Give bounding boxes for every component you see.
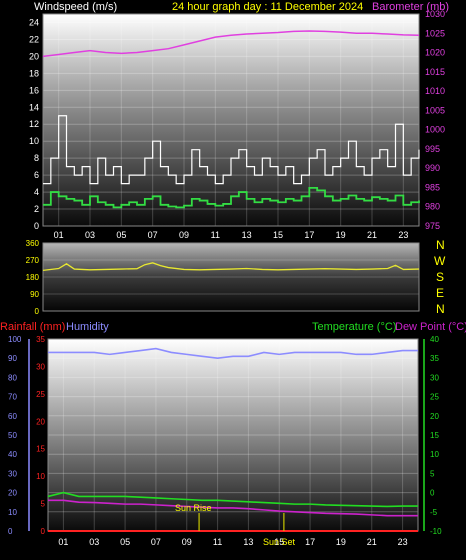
direction-tick-label: 360 <box>26 239 40 248</box>
humidity-tick-label: 30 <box>8 469 17 478</box>
direction-tick-label: 0 <box>35 307 40 316</box>
hour-tick-label: 13 <box>242 230 252 240</box>
barometer-tick-label: 985 <box>425 182 440 192</box>
humidity-axis-title: Humidity <box>66 321 109 333</box>
hour-tick-label: 17 <box>304 230 314 240</box>
direction-label-n-top: N <box>436 238 445 252</box>
hour-tick-label: 19 <box>336 230 346 240</box>
temperature-tick-label: 35 <box>430 354 439 363</box>
humidity-tick-label: 10 <box>8 508 17 517</box>
hour-tick-label: 17 <box>305 537 315 547</box>
hour-tick-label: 01 <box>54 230 64 240</box>
rainfall-tick-label: 25 <box>36 390 45 399</box>
rainfall-tick-label: 35 <box>36 335 45 344</box>
hour-tick-label: 15 <box>273 230 283 240</box>
humidity-tick-label: 50 <box>8 431 17 440</box>
temperature-tick-label: 40 <box>430 335 439 344</box>
rainfall-axis-title: Rainfall (mm) <box>0 321 65 333</box>
humidity-tick-label: 40 <box>8 450 17 459</box>
direction-label-n-bottom: N <box>436 302 445 316</box>
temperature-axis-title: Temperature (°C) <box>312 321 396 333</box>
wind-speed-tick-label: 22 <box>29 34 39 44</box>
barometer-tick-label: 995 <box>425 144 440 154</box>
humidity-tick-label: 90 <box>8 354 17 363</box>
rainfall-tick-label: 20 <box>36 417 45 426</box>
hour-tick-label: 01 <box>58 537 68 547</box>
wind-speed-tick-label: 24 <box>29 17 39 27</box>
hour-tick-label: 05 <box>120 537 130 547</box>
hour-tick-label: 11 <box>213 537 222 547</box>
humidity-tick-label: 70 <box>8 393 17 402</box>
sun-set-label: Sun Set <box>263 537 296 547</box>
rainfall-tick-label: 0 <box>41 527 46 536</box>
barometer-tick-label: 975 <box>425 221 440 231</box>
barometer-tick-label: 980 <box>425 202 440 212</box>
hour-tick-label: 19 <box>336 537 346 547</box>
hour-tick-label: 23 <box>398 230 408 240</box>
direction-tick-label: 180 <box>26 273 40 282</box>
barometer-tick-label: 1025 <box>425 28 445 38</box>
barometer-tick-label: 1000 <box>425 125 445 135</box>
direction-tick-label: 270 <box>26 256 40 265</box>
hour-tick-label: 03 <box>85 230 95 240</box>
hour-tick-label: 11 <box>211 230 220 240</box>
hour-tick-label: 13 <box>243 537 253 547</box>
direction-label-e: E <box>436 286 444 300</box>
barometer-tick-label: 1020 <box>425 48 445 58</box>
rainfall-tick-label: 10 <box>36 472 45 481</box>
top-plot-area <box>43 14 419 226</box>
rainfall-tick-label: 15 <box>36 445 45 454</box>
wind-speed-tick-label: 4 <box>34 187 39 197</box>
rainfall-tick-label: 5 <box>41 500 46 509</box>
temperature-tick-label: 20 <box>430 412 439 421</box>
weather-graph: Windspeed (m/s) 24 hour graph day : 11 D… <box>0 0 466 555</box>
wind-speed-tick-label: 16 <box>29 85 39 95</box>
direction-label-s: S <box>436 270 444 284</box>
weather-chart-svg: Windspeed (m/s) 24 hour graph day : 11 D… <box>0 1 466 547</box>
humidity-tick-label: 0 <box>8 527 13 536</box>
rainfall-tick-label: 30 <box>36 362 45 371</box>
hour-tick-label: 21 <box>367 230 377 240</box>
dew-point-axis-title: Dew Point (°C) <box>395 321 466 333</box>
wind-speed-tick-label: 2 <box>34 204 39 214</box>
temperature-tick-label: 15 <box>430 431 439 440</box>
barometer-tick-label: 1005 <box>425 105 445 115</box>
sun-rise-label: Sun Rise <box>175 503 212 513</box>
wind-speed-tick-label: 14 <box>29 102 39 112</box>
wind-speed-tick-label: 8 <box>34 153 39 163</box>
temperature-tick-label: -5 <box>430 508 438 517</box>
temperature-tick-label: -10 <box>430 527 442 536</box>
hour-tick-label: 09 <box>179 230 189 240</box>
temperature-tick-label: 0 <box>430 489 435 498</box>
humidity-tick-label: 20 <box>8 489 17 498</box>
hour-tick-label: 21 <box>367 537 377 547</box>
hour-tick-label: 07 <box>151 537 161 547</box>
humidity-tick-label: 60 <box>8 412 17 421</box>
temperature-tick-label: 30 <box>430 373 439 382</box>
humidity-tick-label: 80 <box>8 373 17 382</box>
direction-tick-label: 90 <box>30 290 39 299</box>
hour-tick-label: 07 <box>148 230 158 240</box>
humidity-tick-label: 100 <box>8 335 22 344</box>
temperature-tick-label: 25 <box>430 393 439 402</box>
wind-speed-axis-title: Windspeed (m/s) <box>34 1 117 13</box>
graph-title: 24 hour graph day : 11 December 2024 <box>172 1 363 13</box>
wind-speed-tick-label: 0 <box>34 221 39 231</box>
barometer-tick-label: 1015 <box>425 67 445 77</box>
wind-speed-tick-label: 12 <box>29 119 39 129</box>
direction-label-w: W <box>434 254 446 268</box>
hour-tick-label: 09 <box>182 537 192 547</box>
wind-speed-tick-label: 10 <box>29 136 39 146</box>
barometer-tick-label: 1010 <box>425 86 445 96</box>
wind-speed-tick-label: 18 <box>29 68 39 78</box>
barometer-tick-label: 1030 <box>425 9 445 19</box>
wind-speed-tick-label: 6 <box>34 170 39 180</box>
temperature-tick-label: 10 <box>430 450 439 459</box>
wind-speed-tick-label: 20 <box>29 51 39 61</box>
barometer-tick-label: 990 <box>425 163 440 173</box>
temperature-tick-label: 5 <box>430 469 435 478</box>
hour-tick-label: 03 <box>89 537 99 547</box>
hour-tick-label: 05 <box>116 230 126 240</box>
hour-tick-label: 23 <box>398 537 408 547</box>
